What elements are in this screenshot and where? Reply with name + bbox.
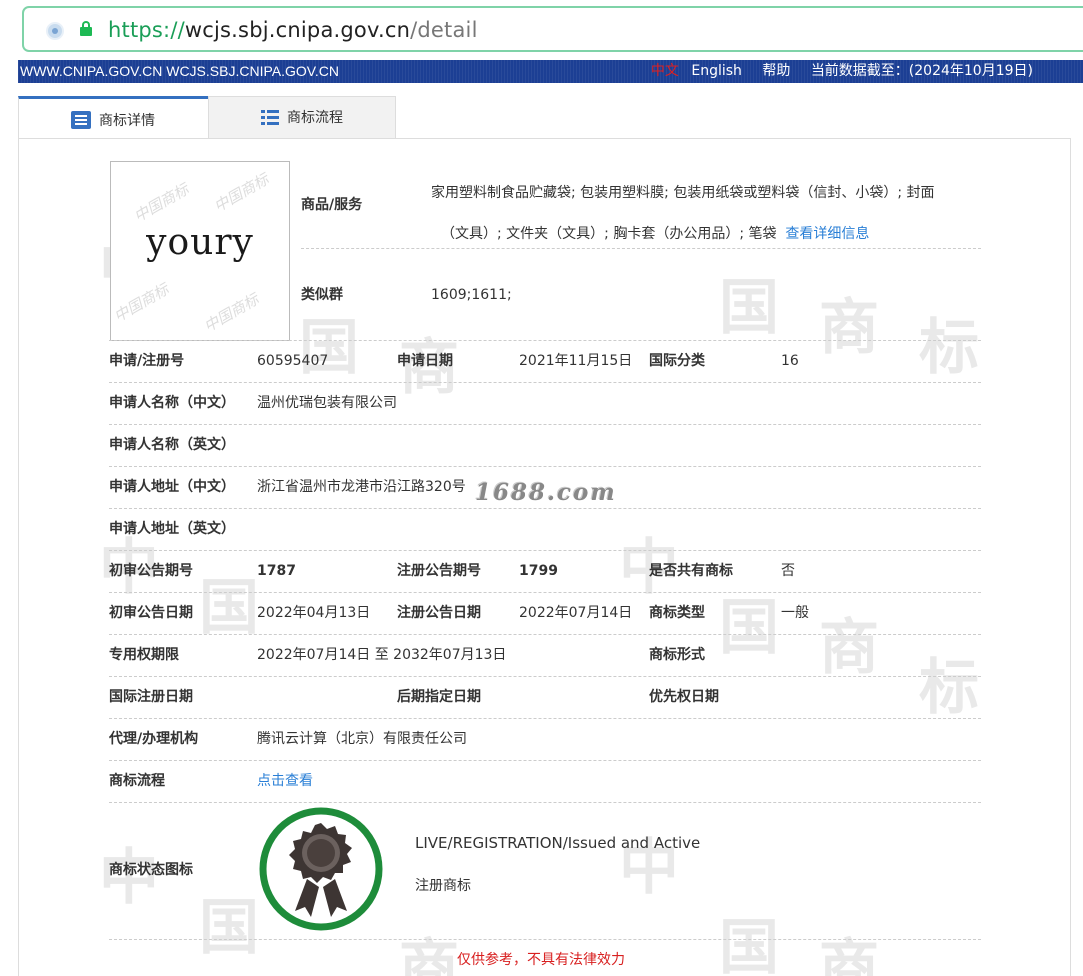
apply-date-label: 申请日期 xyxy=(397,353,453,369)
exclusive-value: 2022年07月14日 至 2032年07月13日 xyxy=(257,647,507,663)
intl-class-label: 国际分类 xyxy=(649,353,705,369)
list-icon xyxy=(261,109,281,127)
prelim-no-value: 1787 xyxy=(257,563,296,579)
goods-services-label: 商品/服务 xyxy=(301,197,363,213)
reg-pub-date-label: 注册公告日期 xyxy=(397,605,481,621)
address-bar[interactable]: https://wcjs.sbj.cnipa.gov.cn/detail xyxy=(22,6,1083,52)
reg-pub-no-label: 注册公告期号 xyxy=(397,563,481,579)
lock-icon xyxy=(80,21,92,37)
trademark-image: 中国商标 中国商标 中国商标 中国商标 youry xyxy=(110,161,290,341)
tab-flow-label: 商标流程 xyxy=(287,110,343,126)
site-info-icon[interactable] xyxy=(46,22,64,40)
applicant-cn-value: 温州优瑞包装有限公司 xyxy=(257,395,397,411)
applicant-cn-label: 申请人名称（中文） xyxy=(109,395,235,411)
trademark-wordmark: youry xyxy=(146,222,254,263)
data-date-text: 当前数据截至：(2024年10月19日) xyxy=(810,63,1033,79)
shared-label: 是否共有商标 xyxy=(649,563,733,579)
priority-date-label: 优先权日期 xyxy=(649,689,719,705)
site-header-bar: WWW.CNIPA.GOV.CN WCJS.SBJ.CNIPA.GOV.CN 中… xyxy=(18,60,1083,83)
view-details-link[interactable]: 查看详细信息 xyxy=(785,226,869,242)
tm-type-value: 一般 xyxy=(781,605,809,621)
intl-reg-date-label: 国际注册日期 xyxy=(109,689,193,705)
goods-services-value: 家用塑料制食品贮藏袋; 包装用塑料膜; 包装用纸袋或塑料袋（信封、小袋）; 封面… xyxy=(431,173,971,255)
overlay-watermark: 1688.com xyxy=(475,479,617,506)
similar-group-value: 1609;1611; xyxy=(431,287,512,303)
list-detail-icon xyxy=(71,111,91,129)
address-en-label: 申请人地址（英文） xyxy=(109,521,235,537)
header-links: 中文 English 帮助 当前数据截至：(2024年10月19日) xyxy=(651,62,1033,81)
tab-detail-label: 商标详情 xyxy=(99,113,155,129)
url-text[interactable]: https://wcjs.sbj.cnipa.gov.cn/detail xyxy=(108,16,478,44)
apply-date-value: 2021年11月15日 xyxy=(519,353,633,369)
lang-zh-link[interactable]: 中文 xyxy=(651,63,679,79)
help-link[interactable]: 帮助 xyxy=(762,63,790,79)
reg-pub-date-value: 2022年07月14日 xyxy=(519,605,633,621)
status-chinese: 注册商标 xyxy=(415,878,471,894)
agent-label: 代理/办理机构 xyxy=(109,731,199,747)
tab-trademark-flow[interactable]: 商标流程 xyxy=(208,96,396,138)
lang-en-link[interactable]: English xyxy=(691,63,742,79)
tm-type-label: 商标类型 xyxy=(649,605,705,621)
tab-trademark-detail[interactable]: 商标详情 xyxy=(18,96,208,138)
site-domain-text: WWW.CNIPA.GOV.CN WCJS.SBJ.CNIPA.GOV.CN xyxy=(20,63,339,79)
goods-line-2: （文具）; 文件夹（文具）; 胸卡套（办公用品）; 笔袋 xyxy=(441,226,777,242)
intl-class-value: 16 xyxy=(781,353,799,369)
address-cn-value: 浙江省温州市龙港市沿江路320号 xyxy=(257,479,466,495)
similar-group-label: 类似群 xyxy=(301,287,343,303)
shared-value: 否 xyxy=(781,563,795,579)
exclusive-label: 专用权期限 xyxy=(109,647,179,663)
view-flow-link[interactable]: 点击查看 xyxy=(257,771,313,791)
prelim-date-value: 2022年04月13日 xyxy=(257,605,371,621)
tm-form-label: 商标形式 xyxy=(649,647,705,663)
flow-label: 商标流程 xyxy=(109,773,165,789)
applicant-en-label: 申请人名称（英文） xyxy=(109,437,235,453)
agent-value: 腾讯云计算（北京）有限责任公司 xyxy=(257,731,467,747)
status-english: LIVE/REGISTRATION/Issued and Active xyxy=(415,834,701,852)
reg-no-value: 60595407 xyxy=(257,353,329,369)
registered-seal-icon xyxy=(259,807,383,931)
address-cn-label: 申请人地址（中文） xyxy=(109,479,235,495)
prelim-date-label: 初审公告日期 xyxy=(109,605,193,621)
reg-pub-no-value: 1799 xyxy=(519,563,558,579)
detail-panel: 中 国 国 商 标 商 中 中 国 国 商 标 中 中 国 国 商 商 中国商标… xyxy=(18,138,1071,976)
later-date-label: 后期指定日期 xyxy=(397,689,481,705)
prelim-no-label: 初审公告期号 xyxy=(109,563,193,579)
reg-no-label: 申请/注册号 xyxy=(109,353,185,369)
disclaimer-text: 仅供参考，不具有法律效力 xyxy=(457,952,625,968)
status-icon-label: 商标状态图标 xyxy=(109,862,193,878)
goods-line-1: 家用塑料制食品贮藏袋; 包装用塑料膜; 包装用纸袋或塑料袋（信封、小袋）; 封面 xyxy=(431,185,935,201)
